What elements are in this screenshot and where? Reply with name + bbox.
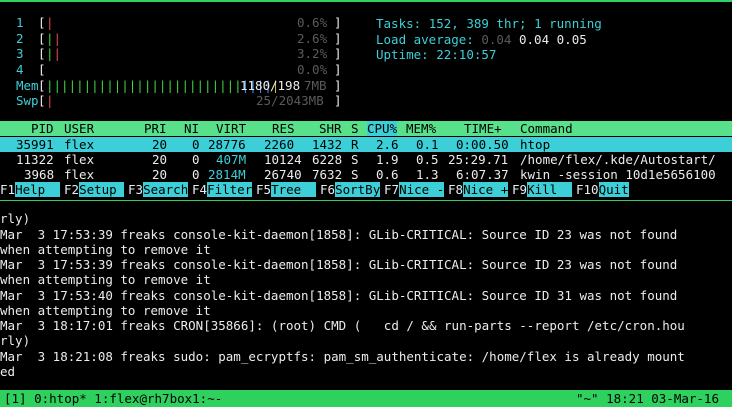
column-ni[interactable]: NI — [184, 121, 199, 136]
log-line: Mar 3 17:53:40 freaks console-kit-daemon… — [0, 288, 678, 303]
fkey-filter[interactable]: F4Filter — [192, 182, 253, 197]
swap-value: 25/2043MB — [256, 93, 324, 108]
column-state[interactable]: S — [351, 121, 359, 136]
fkey-search[interactable]: F3Search — [128, 182, 189, 197]
column-time[interactable]: TIME+ — [464, 121, 502, 136]
column-command[interactable]: Command — [520, 121, 573, 136]
function-key-bar: F1Help F2Setup F3Search F4Filter F5Tree … — [0, 182, 732, 197]
log-line: Mar 3 17:53:39 freaks console-kit-daemon… — [0, 257, 678, 272]
tasks-line: Tasks: 152, 389 thr; 1 running — [376, 16, 602, 31]
meter-bracket: ] — [334, 62, 342, 77]
log-line: Mar 3 17:53:39 freaks console-kit-daemon… — [0, 227, 678, 242]
column-mem[interactable]: MEM% — [406, 121, 436, 136]
cpu-meter-1: 1 [ | 0.6% ] — [0, 15, 342, 30]
meter-bracket: [ — [38, 78, 46, 93]
tmux-window-list[interactable]: [1] 0:htop* 1:flex@rh7box1:~- — [4, 391, 222, 406]
cpu-percent: 2.6% — [297, 31, 328, 46]
meter-bracket: [ — [38, 62, 46, 77]
mem-used: 1180 — [240, 78, 271, 93]
log-line: rly) — [0, 333, 31, 348]
process-table-header[interactable]: PID USER PRI NI VIRT RES SHR S CPU% MEM%… — [0, 121, 732, 136]
meter-bracket: ] — [334, 31, 342, 46]
log-line: when attempting to remove it — [0, 303, 211, 318]
fkey-help[interactable]: F1Help — [0, 182, 61, 197]
mem-label: Mem — [16, 78, 39, 93]
mem-meter: Mem [ ||||||||||||||||||||||||||||||| 11… — [0, 78, 342, 93]
load-average-line: Load average: 0.04 0.04 0.05 — [376, 32, 587, 47]
cpu-meter-4: 4 [ 0.0% ] — [0, 62, 342, 77]
cpu-percent: 0.6% — [297, 15, 328, 30]
fkey-sortby[interactable]: F6SortBy — [320, 182, 381, 197]
log-line: when attempting to remove it — [0, 272, 211, 287]
meter-bracket: [ — [38, 31, 46, 46]
column-shr[interactable]: SHR — [319, 121, 342, 136]
log-line: when attempting to remove it — [0, 242, 211, 257]
cpu-label: 3 — [16, 46, 24, 61]
swap-meter: Swp [ | 25/2043MB ] — [0, 93, 342, 108]
column-pid[interactable]: PID — [31, 121, 54, 136]
log-line: Mar 3 18:21:08 freaks sudo: pam_ecryptfs… — [0, 349, 685, 364]
cpu-percent: 0.0% — [297, 62, 328, 77]
fkey-nice-minus[interactable]: F7Nice - — [384, 182, 445, 197]
mem-total: /198 — [270, 78, 301, 93]
cpu-label: 4 — [16, 62, 24, 77]
fkey-quit[interactable]: F10Quit — [576, 182, 629, 197]
cpu-bar: || — [46, 46, 62, 61]
log-line: ed — [0, 364, 16, 379]
cpu-bar: || — [46, 31, 62, 46]
meter-bracket: [ — [38, 46, 46, 61]
pane-divider[interactable] — [0, 200, 732, 201]
cpu-meter-3: 3 [ || 3.2% ] — [0, 46, 342, 61]
meter-bracket: ] — [334, 46, 342, 61]
cpu-meter-2: 2 [ || 2.6% ] — [0, 31, 342, 46]
swap-label: Swp — [16, 93, 39, 108]
process-row[interactable]: 35991 flex 20 0 28776 2260 1432 R 2.6 0.… — [0, 137, 732, 152]
meter-bracket: [ — [38, 15, 46, 30]
pane-top-border — [0, 0, 732, 2]
fkey-kill[interactable]: F9Kill — [512, 182, 573, 197]
column-user[interactable]: USER — [64, 121, 94, 136]
fkey-nice-plus[interactable]: F8Nice + — [448, 182, 509, 197]
tmux-status-bar: [1] 0:htop* 1:flex@rh7box1:~- "~" 18:21 … — [0, 390, 732, 407]
swap-bar: | — [46, 93, 54, 108]
column-res[interactable]: RES — [272, 121, 295, 136]
cpu-percent: 3.2% — [297, 46, 328, 61]
fkey-tree[interactable]: F5Tree — [256, 182, 317, 197]
meter-bracket: ] — [334, 93, 342, 108]
meter-bracket: ] — [334, 78, 342, 93]
fkey-setup[interactable]: F2Setup — [64, 182, 125, 197]
meter-bracket: [ — [38, 93, 46, 108]
cpu-bar: | — [46, 15, 54, 30]
process-row[interactable]: 11322 flex 20 0 407M 10124 6228 S 1.9 0.… — [0, 152, 716, 167]
mem-total-tail: 7MB — [304, 78, 327, 93]
log-line: rly) — [0, 211, 31, 226]
tmux-status-right: "~" 18:21 03-Mar-16 — [576, 391, 719, 406]
meter-bracket: ] — [334, 15, 342, 30]
uptime-line: Uptime: 22:10:57 — [376, 47, 497, 62]
column-virt[interactable]: VIRT — [216, 121, 246, 136]
cpu-label: 2 — [16, 31, 24, 46]
column-cpu[interactable]: CPU% — [367, 121, 398, 136]
log-line: Mar 3 18:17:01 freaks CRON[35866]: (root… — [0, 318, 685, 333]
column-pri[interactable]: PRI — [144, 121, 167, 136]
cpu-label: 1 — [16, 15, 24, 30]
process-row[interactable]: 3968 flex 20 0 2814M 26740 7632 S 0.6 1.… — [0, 167, 716, 182]
